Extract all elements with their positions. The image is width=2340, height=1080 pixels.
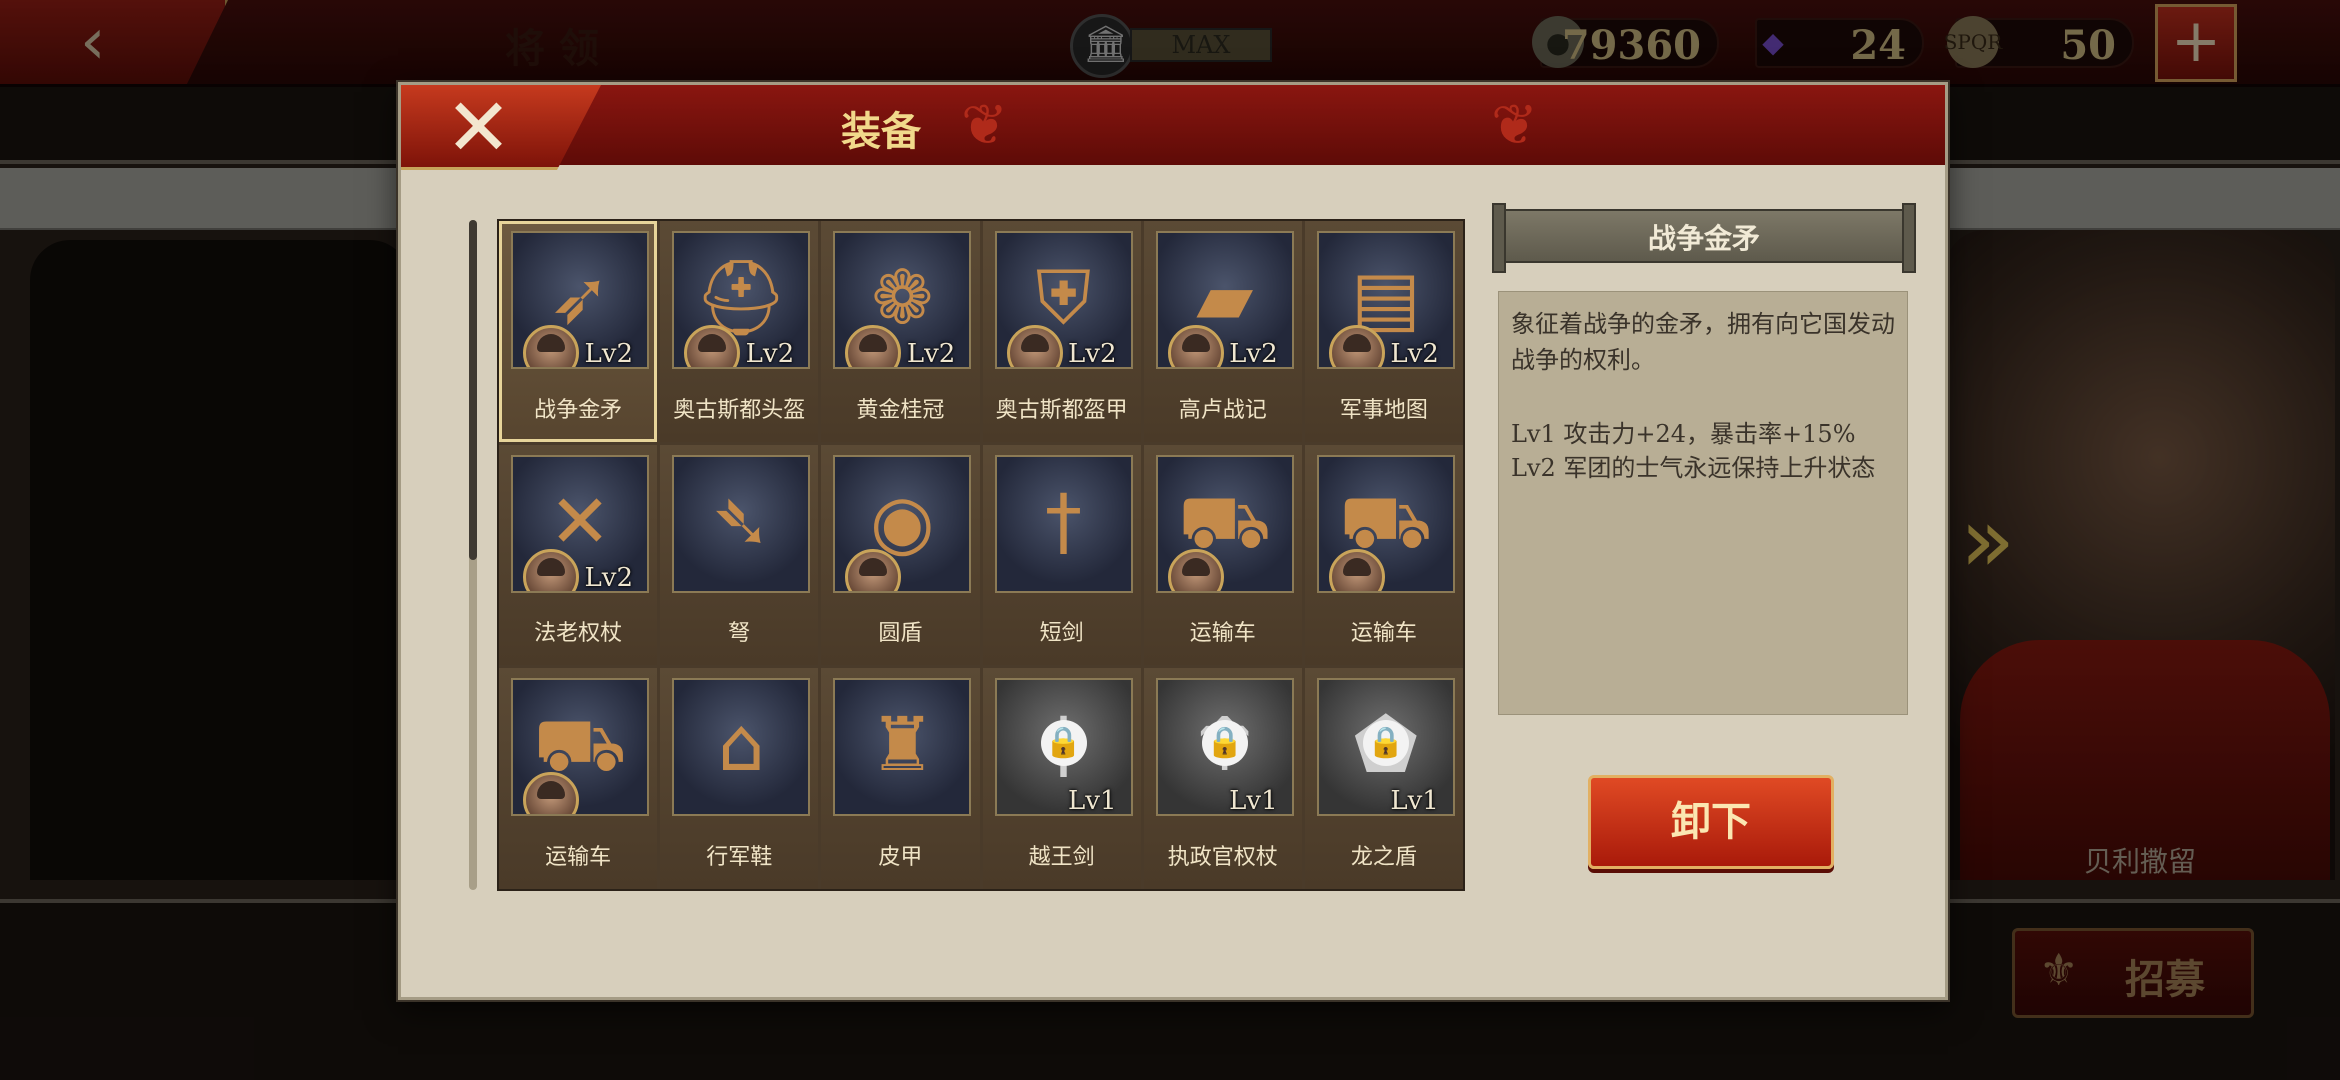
equipment-slot[interactable]: ▤ Lv2 军事地图 xyxy=(1304,221,1463,442)
equipment-slot[interactable]: ◉ 圆盾 xyxy=(821,444,980,666)
equipment-thumbnail: ▤ Lv2 xyxy=(1316,231,1455,369)
crossbow-icon: ➴ xyxy=(710,478,773,565)
equipment-thumbnail: ⛟ xyxy=(1316,454,1455,593)
equipment-name: 奥古斯都盔甲 xyxy=(995,397,1128,423)
level-2-effect: Lv2 军团的士气永远保持上升状态 xyxy=(1511,454,1876,482)
equipment-slot[interactable]: ▰ Lv2 高卢战记 xyxy=(1143,221,1302,442)
equipment-name: 皮甲 xyxy=(878,845,923,870)
equipment-grid: ➶ Lv2 战争金矛 ⛑ Lv2 奥古斯都头盔 ❁ Lv2 黄金桂冠 ⛨ Lv2 奥古斯都盔甲 ▰ Lv2… xyxy=(497,219,1465,891)
equipment-slot[interactable]: †🔒Lv1越王剑 xyxy=(982,668,1141,889)
detail-title-bar: 战争金矛 xyxy=(1492,203,1916,273)
item-level: Lv1 xyxy=(1068,786,1117,817)
item-level: Lv2 xyxy=(584,562,634,593)
equipment-name: 行军鞋 xyxy=(706,845,773,870)
item-level: Lv1 xyxy=(1229,786,1278,817)
equipment-slot[interactable]: ⌂ 行军鞋 xyxy=(660,668,819,889)
equipment-thumbnail: ⌂ xyxy=(672,678,811,817)
equipment-slot[interactable]: ➶ Lv2 战争金矛 xyxy=(499,221,658,442)
equipment-name: 龙之盾 xyxy=(1350,845,1417,870)
detail-title: 战争金矛 xyxy=(1647,222,1760,255)
equipment-name: 越王剑 xyxy=(1028,845,1095,870)
equipment-slot[interactable]: ❁ Lv2 黄金桂冠 xyxy=(821,221,980,442)
equipment-name: 法老权杖 xyxy=(534,621,623,647)
equipment-name: 运输车 xyxy=(1350,621,1417,647)
item-level: Lv2 xyxy=(584,339,634,369)
equipment-thumbnail: ♆🔒Lv1 xyxy=(1155,678,1294,817)
unequip-button[interactable]: 卸下 xyxy=(1588,775,1834,869)
equipment-slot[interactable]: ➴ 弩 xyxy=(660,444,819,666)
equipment-name: 短剑 xyxy=(1039,621,1084,647)
modal-header: ❦ ❦ xyxy=(401,85,1945,165)
equipment-thumbnail: ✕ Lv2 xyxy=(511,454,649,593)
equipment-name: 黄金桂冠 xyxy=(856,397,945,423)
equipment-thumbnail: †🔒Lv1 xyxy=(994,678,1133,817)
equipment-thumbnail: ⛟ xyxy=(511,678,649,817)
equipment-name: 高卢战记 xyxy=(1178,397,1267,423)
equipment-slot[interactable]: ♆🔒Lv1执政官权杖 xyxy=(1143,668,1302,889)
scrollbar-thumb[interactable] xyxy=(469,220,477,560)
item-level: Lv2 xyxy=(1390,339,1439,369)
equipment-thumbnail: ➶ Lv2 xyxy=(511,231,649,369)
equipment-thumbnail: ⛑ Lv2 xyxy=(672,231,811,369)
short-sword-icon: † xyxy=(1045,478,1082,565)
equipment-name: 奥古斯都头盔 xyxy=(673,397,806,423)
equipment-name: 运输车 xyxy=(1189,621,1256,647)
equipment-slot[interactable]: ⛟ 运输车 xyxy=(1304,444,1463,666)
equipment-name: 圆盾 xyxy=(878,621,923,647)
equipment-thumbnail: ➴ xyxy=(672,454,811,593)
equipment-thumbnail: ◉ xyxy=(833,454,972,593)
level-1-effect: Lv1 攻击力+24，暴击率+15% xyxy=(1511,420,1856,448)
item-description: 象征着战争的金矛，拥有向它国发动战争的权利。 xyxy=(1511,310,1895,374)
modal-title: 装备 xyxy=(841,108,921,155)
equipment-slot[interactable]: ⛟ 运输车 xyxy=(1143,444,1302,666)
equipment-slot[interactable]: ⬟🔒Lv1龙之盾 xyxy=(1304,668,1463,889)
equipment-slot[interactable]: † 短剑 xyxy=(982,444,1141,666)
equipment-thumbnail: ♜ xyxy=(833,678,972,817)
leather-armor-icon: ♜ xyxy=(869,702,936,789)
item-level: Lv1 xyxy=(1390,786,1439,817)
equipment-slot[interactable]: ✕ Lv2 法老权杖 xyxy=(499,444,658,666)
equipment-thumbnail: ❁ Lv2 xyxy=(833,231,972,369)
equipment-name: 运输车 xyxy=(545,845,612,870)
laurel-left-icon: ❦ xyxy=(961,93,1008,158)
equipment-thumbnail: ⬟🔒Lv1 xyxy=(1316,678,1455,817)
item-level: Lv2 xyxy=(1229,339,1278,369)
detail-description-box: 象征着战争的金矛，拥有向它国发动战争的权利。 Lv1 攻击力+24，暴击率+15… xyxy=(1498,291,1908,715)
equipment-slot[interactable]: ♜ 皮甲 xyxy=(821,668,980,889)
equipment-thumbnail: † xyxy=(994,454,1133,593)
equipped-hero-avatar xyxy=(1006,325,1063,367)
equipment-thumbnail: ⛨ Lv2 xyxy=(994,231,1133,369)
equipment-name: 战争金矛 xyxy=(534,397,623,423)
equipment-slot[interactable]: ⛟ 运输车 xyxy=(499,668,658,889)
equipment-name: 军事地图 xyxy=(1339,397,1428,423)
equipment-name: 弩 xyxy=(728,621,751,647)
lock-icon: 🔒 xyxy=(1362,720,1409,767)
close-icon: ✕ xyxy=(445,81,513,174)
equipment-slot[interactable]: ⛑ Lv2 奥古斯都头盔 xyxy=(660,221,819,442)
item-level: Lv2 xyxy=(906,339,956,369)
laurel-right-icon: ❦ xyxy=(1491,93,1538,158)
boots-icon: ⌂ xyxy=(717,702,765,789)
lock-icon: 🔒 xyxy=(1201,720,1248,767)
equipment-thumbnail: ▰ Lv2 xyxy=(1155,231,1294,369)
item-level: Lv2 xyxy=(1068,339,1117,369)
lock-icon: 🔒 xyxy=(1040,720,1087,767)
item-level: Lv2 xyxy=(745,339,795,369)
equipment-thumbnail: ⛟ xyxy=(1155,454,1294,593)
equipment-slot[interactable]: ⛨ Lv2 奥古斯都盔甲 xyxy=(982,221,1141,442)
equipment-modal: ❦ ❦ ✕ 装备 ➶ Lv2 战争金矛 ⛑ Lv2 奥古斯都头盔 ❁ Lv2 黄金桂冠 ⛨ Lv2 奥… xyxy=(398,82,1948,1000)
equipment-name: 执政官权杖 xyxy=(1167,845,1278,870)
